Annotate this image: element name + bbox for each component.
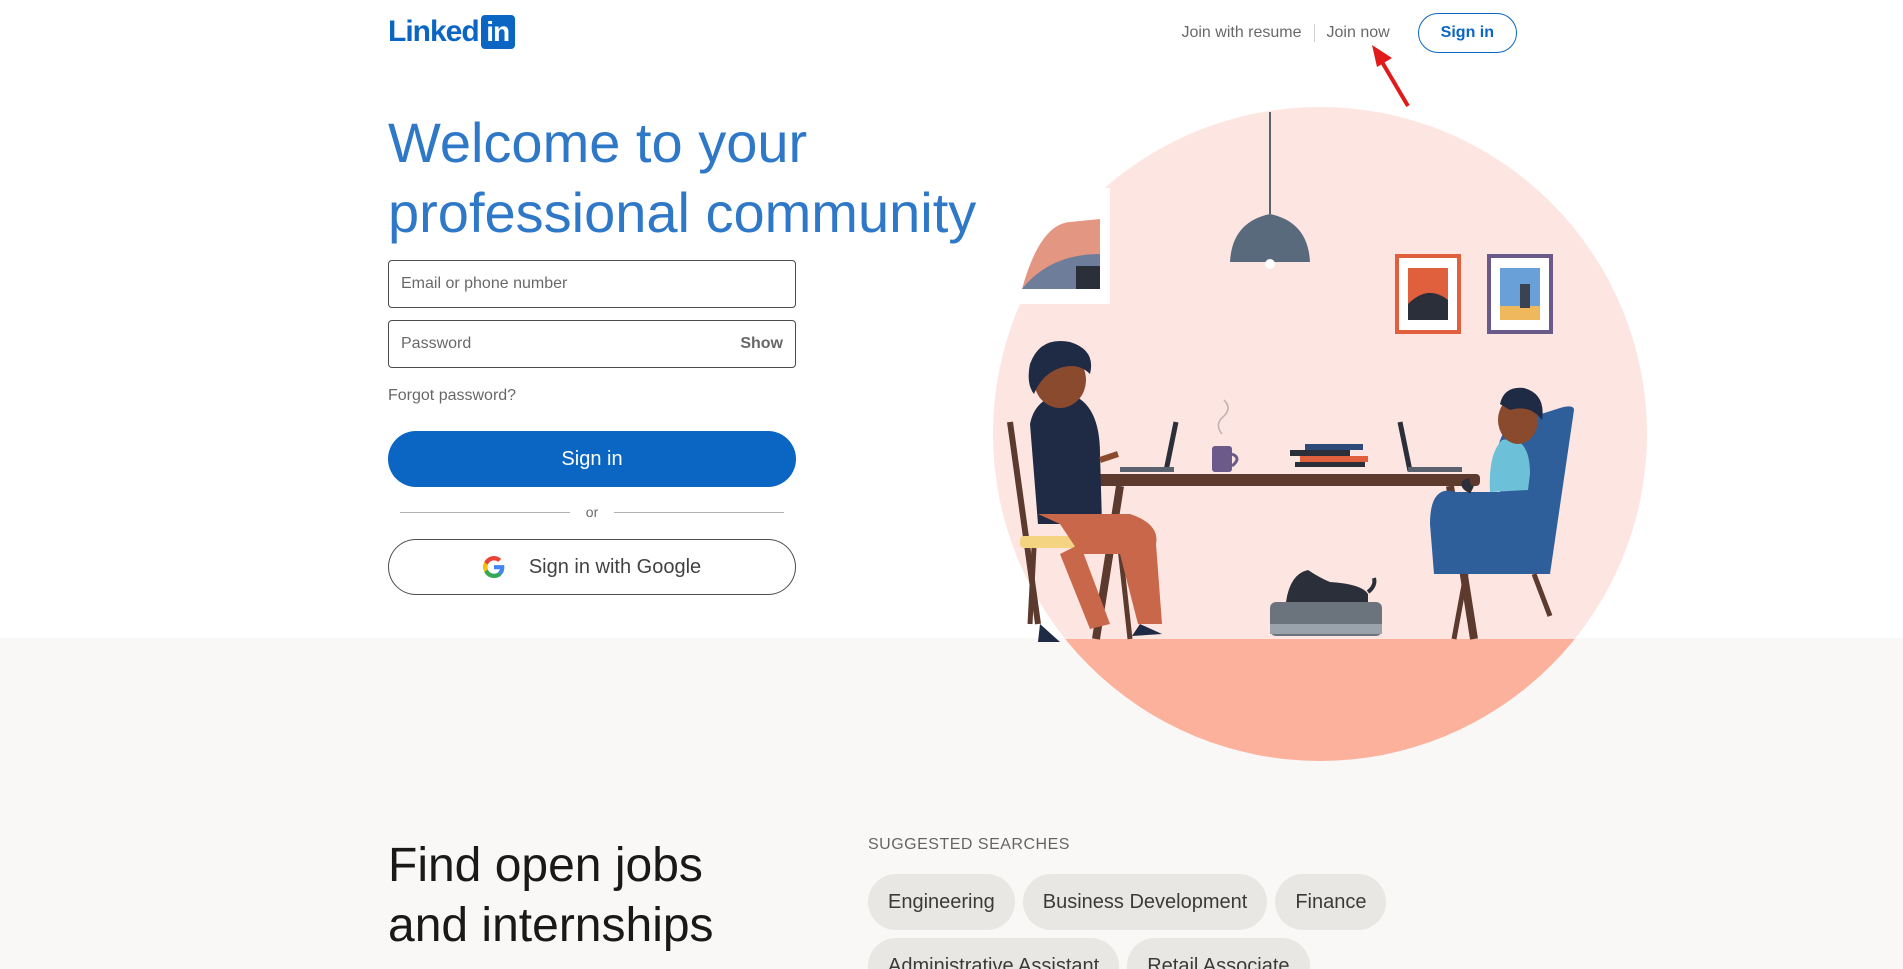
sign-in-button[interactable]: Sign in [388, 431, 796, 487]
suggested-searches-list: Engineering Business Development Finance… [868, 874, 1488, 969]
header-nav: Join with resume Join now Sign in [1169, 12, 1517, 54]
password-input[interactable] [401, 335, 741, 353]
hero-title: Welcome to your professional community [388, 111, 977, 244]
sign-in-with-google-button[interactable]: Sign in with Google [388, 539, 796, 595]
logo-wordmark: Linked [388, 15, 480, 48]
search-pill-business-development[interactable]: Business Development [1022, 874, 1268, 930]
forgot-password-link[interactable]: Forgot password? [388, 387, 516, 405]
annotation-arrow-icon [1372, 45, 1410, 108]
or-divider: or [400, 504, 785, 520]
join-now-link[interactable]: Join now [1315, 24, 1402, 42]
or-line-right [614, 511, 785, 513]
google-button-label: Sign in with Google [528, 555, 702, 578]
linkedin-logo[interactable]: Linked in [388, 15, 515, 49]
logo-in-box: in [480, 15, 515, 49]
header-sign-in-button[interactable]: Sign in [1417, 13, 1517, 53]
suggested-searches-label: SUGGESTED SEARCHES [868, 836, 1070, 853]
show-password-button[interactable]: Show [740, 335, 783, 353]
jobs-section-title: Find open jobs and internships [388, 839, 714, 952]
email-input[interactable] [401, 275, 783, 293]
search-pill-retail-associate[interactable]: Retail Associate [1127, 938, 1310, 969]
search-pill-finance[interactable]: Finance [1275, 874, 1387, 930]
password-field[interactable]: Show [388, 320, 796, 368]
search-pill-administrative-assistant[interactable]: Administrative Assistant [868, 938, 1120, 969]
email-field[interactable] [388, 260, 796, 308]
or-line-left [400, 511, 570, 513]
google-g-icon [482, 556, 505, 578]
or-label: or [585, 504, 599, 520]
search-pill-engineering[interactable]: Engineering [868, 874, 1015, 930]
join-with-resume-link[interactable]: Join with resume [1169, 24, 1313, 42]
hero-illustration [993, 107, 1647, 761]
